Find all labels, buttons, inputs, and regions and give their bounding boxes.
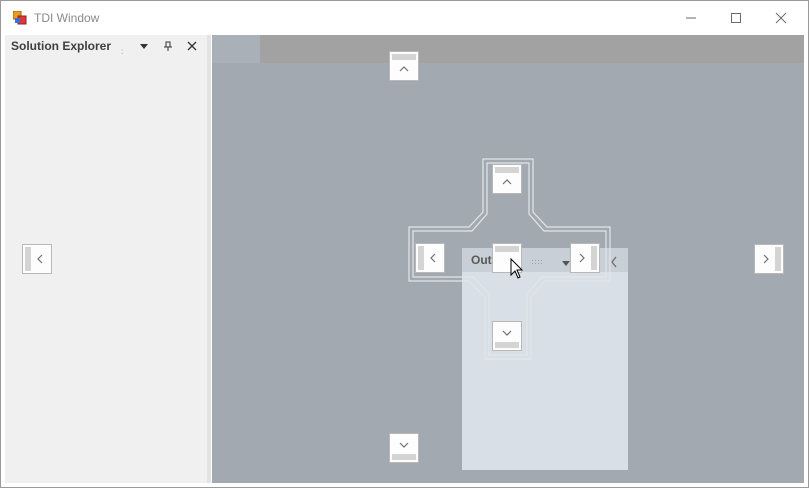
center-guide-bottom[interactable]	[492, 321, 522, 351]
center-guide-right[interactable]	[570, 243, 600, 273]
pin-button[interactable]	[160, 38, 176, 54]
chevron-right-icon	[579, 253, 585, 263]
guide-bar	[775, 247, 781, 271]
document-tab[interactable]	[212, 35, 260, 63]
grip-icon: :	[121, 47, 124, 56]
solution-explorer-panel: Solution Explorer :	[5, 35, 207, 483]
center-guide-top[interactable]	[492, 164, 522, 194]
window-title: TDI Window	[34, 11, 100, 25]
dock-guide-bottom[interactable]	[389, 433, 419, 463]
close-icon	[187, 41, 197, 51]
panel-splitter[interactable]	[207, 35, 211, 483]
chevron-down-icon	[399, 442, 409, 448]
guide-bar	[392, 454, 416, 460]
guide-bar	[25, 247, 31, 271]
client-area: Solution Explorer : Out	[5, 35, 804, 483]
guide-bar	[591, 246, 597, 270]
pin-icon	[164, 41, 172, 51]
dropdown-button[interactable]	[136, 38, 152, 54]
chevron-left-icon	[430, 253, 436, 263]
guide-bar	[392, 54, 416, 60]
dock-guide-right[interactable]	[754, 244, 784, 274]
chevron-left-icon	[611, 256, 617, 268]
document-tab-strip	[212, 35, 804, 63]
minimize-icon	[686, 17, 696, 19]
chevron-up-icon	[502, 179, 512, 185]
chevron-up-icon	[399, 66, 409, 72]
minimize-button[interactable]	[680, 7, 702, 29]
chevron-left-icon	[37, 254, 43, 264]
grip-icon	[532, 260, 542, 264]
dock-guide-left[interactable]	[22, 244, 52, 274]
solution-explorer-title: Solution Explorer	[11, 39, 112, 53]
chevron-right-icon	[763, 254, 769, 264]
dropdown-icon	[140, 44, 148, 49]
center-guide-left[interactable]	[415, 243, 445, 273]
guide-bar	[418, 246, 424, 270]
solution-explorer-header[interactable]: Solution Explorer :	[5, 35, 207, 57]
close-button[interactable]	[770, 7, 792, 29]
dock-guide-top[interactable]	[389, 51, 419, 81]
dropdown-icon[interactable]	[561, 259, 571, 267]
close-icon	[775, 12, 787, 24]
title-bar[interactable]: TDI Window	[1, 1, 808, 35]
maximize-icon	[731, 13, 741, 23]
maximize-button[interactable]	[725, 7, 747, 29]
guide-bar	[495, 167, 519, 173]
guide-bar	[495, 342, 519, 348]
document-area: Out	[212, 35, 804, 483]
tdi-window: TDI Window Solution Explorer : Out	[0, 0, 809, 488]
app-icon	[13, 11, 27, 25]
chevron-down-icon	[502, 330, 512, 336]
guide-bar	[495, 246, 519, 252]
mouse-cursor-icon	[510, 258, 524, 279]
panel-close-button[interactable]	[184, 38, 200, 54]
